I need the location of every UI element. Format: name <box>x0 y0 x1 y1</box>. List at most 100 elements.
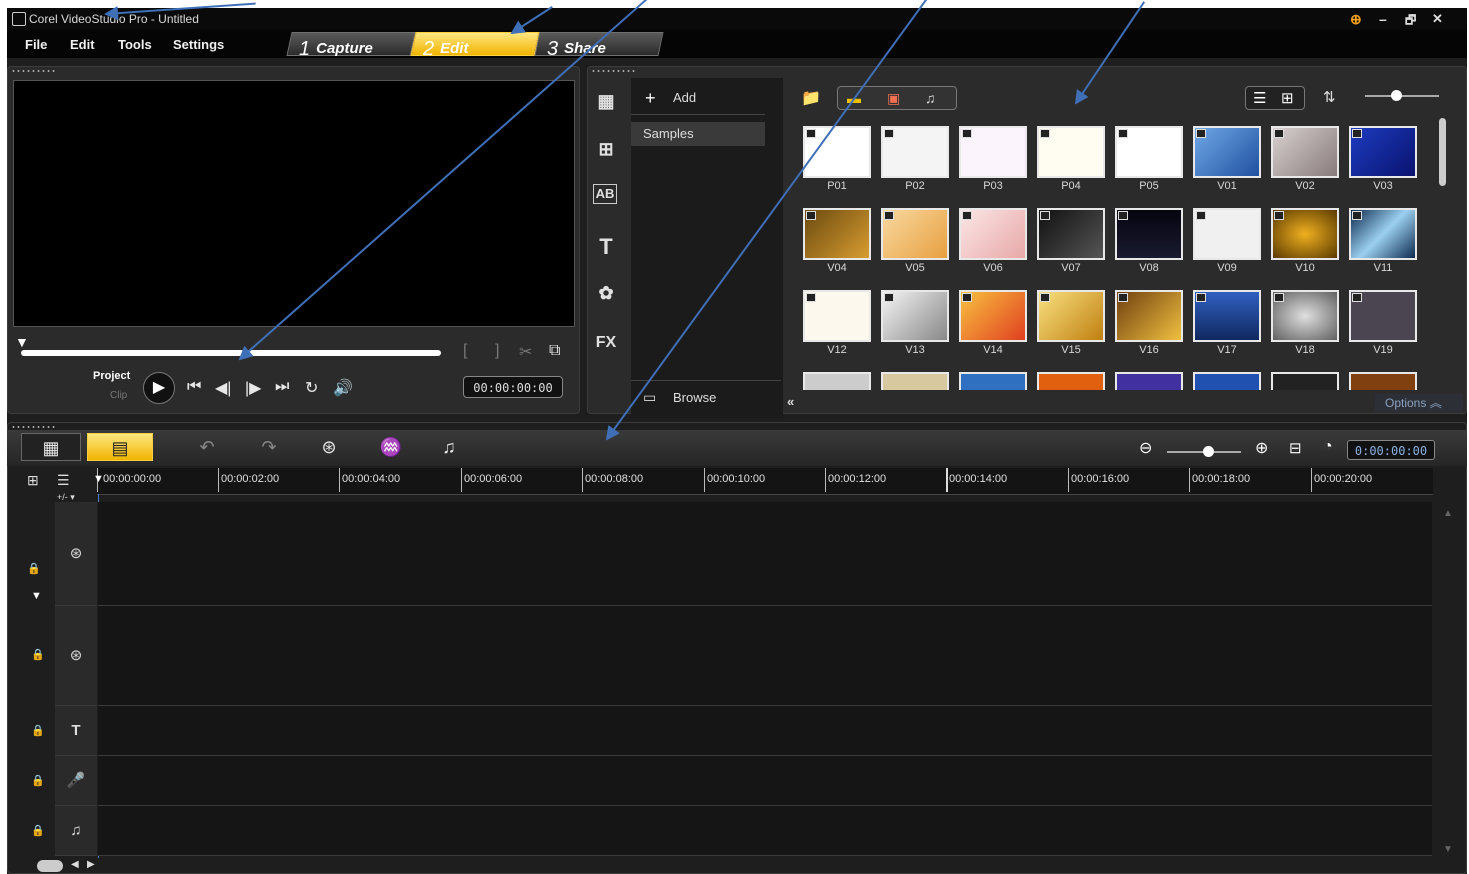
minimize-button[interactable]: – <box>1379 11 1387 27</box>
scroll-right-icon[interactable]: ▶ <box>87 859 95 870</box>
playhead-marker[interactable]: ▼ <box>93 473 104 485</box>
split-clip-icon[interactable]: ✂ <box>519 342 532 362</box>
menu-tools[interactable]: Tools <box>118 37 152 52</box>
menu-edit[interactable]: Edit <box>70 37 95 52</box>
home-icon[interactable]: ⏮ <box>187 378 201 396</box>
repeat-icon[interactable]: ↻ <box>305 378 318 398</box>
library-thumbnail[interactable] <box>1037 126 1105 178</box>
library-thumbnail[interactable] <box>959 126 1027 178</box>
library-thumbnail[interactable] <box>1349 372 1417 390</box>
title-icon[interactable]: T <box>593 234 619 260</box>
library-thumbnail[interactable] <box>881 290 949 342</box>
library-thumbnail[interactable] <box>803 208 871 260</box>
filter-fx-icon[interactable]: FX <box>593 330 619 356</box>
browse-icon[interactable]: ▭ <box>643 389 656 406</box>
collapse-library-icon[interactable]: « <box>787 394 794 409</box>
menu-file[interactable]: File <box>25 37 47 52</box>
expand-tracks-icon[interactable]: ▼ <box>31 590 42 602</box>
zoom-slider-handle[interactable] <box>1203 446 1214 457</box>
voice-track[interactable] <box>98 756 1432 806</box>
project-mode-label[interactable]: Project <box>93 370 130 382</box>
library-thumbnail[interactable] <box>1193 208 1261 260</box>
ripple-editing-button[interactable] <box>37 860 63 872</box>
fit-project-icon[interactable]: ⊟ <box>1289 439 1302 457</box>
timeline-grip[interactable] <box>11 425 57 429</box>
add-folder-icon[interactable]: + <box>645 88 656 109</box>
undo-icon[interactable]: ↶ <box>193 433 221 461</box>
library-thumbnail[interactable] <box>1271 208 1339 260</box>
play-button[interactable]: ▶ <box>143 372 175 404</box>
volume-icon[interactable]: 🔊 <box>333 378 353 398</box>
voice-track-header[interactable]: 🎤 <box>55 756 97 806</box>
scroll-down-icon[interactable]: ▼ <box>1443 844 1453 855</box>
restore-button[interactable]: 🗗 <box>1405 11 1416 32</box>
browse-button[interactable]: Browse <box>673 390 716 405</box>
library-thumbnail[interactable] <box>1037 372 1105 390</box>
library-thumbnail[interactable] <box>881 208 949 260</box>
timeline-ruler[interactable]: 00:00:00:00 00:00:02:00 00:00:04:00 00:0… <box>97 468 1433 495</box>
timeline-view-button[interactable]: ▤ <box>87 433 153 461</box>
overlay-track-header[interactable]: ⊛ <box>55 606 97 706</box>
previous-frame-icon[interactable]: ◀| <box>215 378 231 398</box>
library-grip[interactable] <box>591 69 637 73</box>
menu-settings[interactable]: Settings <box>173 37 224 52</box>
mark-out-button[interactable]: ] <box>495 342 499 360</box>
photo-filter-icon[interactable]: ▣ <box>887 90 900 107</box>
library-thumbnail[interactable] <box>1115 290 1183 342</box>
instant-project-icon[interactable]: ⊞ <box>593 136 619 162</box>
graphic-icon[interactable]: ✿ <box>593 280 619 306</box>
lock-all-icon[interactable]: 🔒 <box>27 562 41 575</box>
library-thumbnail[interactable] <box>1115 372 1183 390</box>
scrubber-handle[interactable]: ▼ <box>15 334 29 350</box>
library-thumbnail[interactable] <box>1349 126 1417 178</box>
library-thumbnail[interactable] <box>1037 208 1105 260</box>
library-thumbnail[interactable] <box>1349 290 1417 342</box>
library-thumbnail[interactable] <box>803 290 871 342</box>
library-scrollbar[interactable] <box>1439 118 1446 186</box>
library-thumbnail[interactable] <box>1271 372 1339 390</box>
thumbnail-view-icon[interactable]: ⊞ <box>1281 89 1294 107</box>
library-thumbnail[interactable] <box>881 372 949 390</box>
record-capture-icon[interactable]: ⊛ <box>315 433 343 461</box>
thumb-size-slider-handle[interactable] <box>1391 90 1402 101</box>
video-track-header[interactable]: ⊛ <box>55 502 97 606</box>
storyboard-view-button[interactable]: ▦ <box>21 433 81 461</box>
chapter-list-icon[interactable]: ☰ <box>57 472 70 489</box>
timecode-display[interactable]: 00:00:00:00 <box>463 376 563 398</box>
options-button[interactable]: Options ︽ <box>1375 394 1463 412</box>
media-category-icon[interactable]: ▦ <box>593 88 619 114</box>
zoom-out-icon[interactable]: ⊖ <box>1139 438 1152 458</box>
panel-grip[interactable] <box>11 69 57 73</box>
title-track[interactable] <box>98 706 1432 756</box>
overlay-track[interactable] <box>98 606 1432 706</box>
lock-icon[interactable]: 🔒 <box>31 648 45 661</box>
library-thumbnail[interactable] <box>1193 372 1261 390</box>
globe-icon[interactable]: ⊕ <box>1350 11 1362 28</box>
zoom-in-icon[interactable]: ⊕ <box>1255 438 1268 458</box>
scroll-up-icon[interactable]: ▲ <box>1443 508 1453 519</box>
mark-in-button[interactable]: [ <box>463 342 467 360</box>
library-thumbnail[interactable] <box>1037 290 1105 342</box>
scrubber-bar[interactable] <box>21 350 441 356</box>
track-manager-icon[interactable]: ⊞ <box>27 472 39 489</box>
folder-open-icon[interactable]: 📁 <box>801 88 821 108</box>
thumb-size-slider[interactable] <box>1365 95 1439 97</box>
next-frame-icon[interactable]: |▶ <box>245 378 261 398</box>
redo-icon[interactable]: ↷ <box>255 433 283 461</box>
library-thumbnail[interactable] <box>1193 290 1261 342</box>
clip-mode-label[interactable]: Clip <box>110 390 127 401</box>
library-thumbnail[interactable] <box>881 126 949 178</box>
lock-icon[interactable]: 🔒 <box>31 824 45 837</box>
library-thumbnail[interactable] <box>959 290 1027 342</box>
music-track-header[interactable]: ♫ <box>55 806 97 856</box>
end-icon[interactable]: ⏭ <box>275 378 289 396</box>
audio-filter-icon[interactable]: ♫ <box>925 90 936 106</box>
scroll-left-icon[interactable]: ◀ <box>71 859 79 870</box>
lock-icon[interactable]: 🔒 <box>31 724 45 737</box>
library-thumbnail[interactable] <box>1271 290 1339 342</box>
enlarge-preview-icon[interactable]: ⧉ <box>549 342 560 360</box>
sound-mixer-icon[interactable]: ♒ <box>377 433 405 461</box>
library-thumbnail[interactable] <box>1193 126 1261 178</box>
library-thumbnail[interactable] <box>803 372 871 390</box>
music-track[interactable] <box>98 806 1432 856</box>
